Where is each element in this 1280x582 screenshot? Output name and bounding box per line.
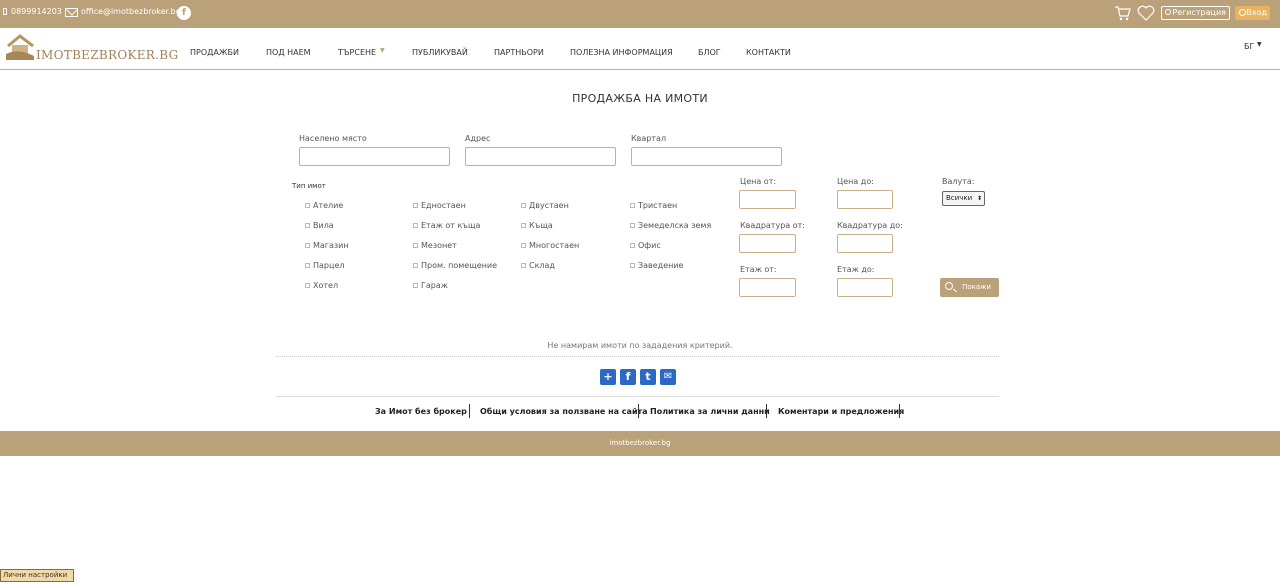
user-icon bbox=[1165, 9, 1171, 15]
divider bbox=[276, 396, 999, 397]
floor-to-label: Етаж до: bbox=[837, 265, 875, 274]
search-icon bbox=[945, 282, 953, 290]
footer-link-terms[interactable]: Общи условия за ползване на сайта bbox=[480, 407, 648, 416]
register-button[interactable]: Регистрация bbox=[1161, 6, 1230, 20]
nav-item-contacts[interactable]: КОНТАКТИ bbox=[746, 48, 791, 57]
floor-from-input[interactable] bbox=[739, 278, 796, 297]
empty-results-message: Не намирам имоти по зададения критерий. bbox=[547, 341, 733, 350]
floor-from-label: Етаж от: bbox=[740, 265, 777, 274]
logo-house-icon[interactable] bbox=[6, 34, 36, 60]
price-from-label: Цена от: bbox=[740, 177, 777, 186]
currency-value: Всички bbox=[946, 194, 973, 202]
phone-icon bbox=[3, 8, 7, 15]
property-type-label: Тип имот bbox=[292, 182, 326, 190]
heart-icon[interactable] bbox=[1137, 5, 1155, 21]
type-checkbox-farmland[interactable]: Земеделска земя bbox=[630, 221, 711, 230]
footer-link-feedback[interactable]: Коментари и предложения bbox=[778, 407, 904, 416]
type-checkbox-restaurant[interactable]: Заведение bbox=[630, 261, 683, 270]
type-checkbox-office[interactable]: Офис bbox=[630, 241, 661, 250]
language-selector[interactable]: БГ bbox=[1244, 42, 1254, 51]
type-checkbox-garage[interactable]: Гараж bbox=[413, 281, 448, 290]
footer-link-privacy[interactable]: Политика за лични данни bbox=[650, 407, 770, 416]
type-checkbox-house-floor[interactable]: Етаж от къща bbox=[413, 221, 480, 230]
district-label: Квартал bbox=[631, 134, 667, 143]
nav-item-useful-info[interactable]: ПОЛЕЗНА ИНФОРМАЦИЯ bbox=[570, 48, 673, 57]
logo-text[interactable]: IMOTBEZBROKER.BG bbox=[36, 48, 178, 62]
area-to-input[interactable] bbox=[837, 234, 893, 253]
nav-item-rent[interactable]: ПОД НАЕМ bbox=[266, 48, 311, 57]
currency-select[interactable]: Всички ⬍ bbox=[942, 191, 985, 206]
type-checkbox-one-room[interactable]: Едностаен bbox=[413, 201, 466, 210]
twitter-share-icon[interactable]: t bbox=[640, 369, 656, 385]
nav-item-partners[interactable]: ПАРТНЬОРИ bbox=[494, 48, 544, 57]
nav-item-sales[interactable]: ПРОДАЖБИ bbox=[190, 48, 239, 57]
type-checkbox-multi-room[interactable]: Многостаен bbox=[521, 241, 579, 250]
facebook-share-icon[interactable]: f bbox=[620, 369, 636, 385]
footer-site-name: imotbezbroker.bg bbox=[609, 439, 671, 447]
show-button[interactable]: Покажи bbox=[940, 278, 999, 297]
type-checkbox-hotel[interactable]: Хотел bbox=[305, 281, 338, 290]
type-checkbox-maisonette[interactable]: Мезонет bbox=[413, 241, 457, 250]
address-label: Адрес bbox=[465, 134, 491, 143]
nav-item-search[interactable]: ТЪРСЕНЕ bbox=[338, 48, 376, 57]
search-chevron-down-icon: ▼ bbox=[380, 47, 385, 54]
footer-separator bbox=[899, 404, 900, 418]
language-chevron-down-icon: ▼ bbox=[1257, 41, 1262, 48]
nav-item-blog[interactable]: БЛОГ bbox=[698, 48, 721, 57]
share-plus-icon[interactable]: + bbox=[600, 369, 616, 385]
address-input[interactable] bbox=[465, 147, 616, 166]
type-checkbox-villa[interactable]: Вила bbox=[305, 221, 334, 230]
currency-label: Валута: bbox=[942, 177, 975, 186]
location-label: Населено място bbox=[299, 134, 367, 143]
page-title: ПРОДАЖБА НА ИМОТИ bbox=[572, 92, 708, 105]
mail-icon bbox=[65, 8, 78, 17]
type-checkbox-three-room[interactable]: Тристаен bbox=[630, 201, 677, 210]
price-to-label: Цена до: bbox=[837, 177, 874, 186]
personal-settings-tab[interactable]: Лични настройки bbox=[0, 569, 74, 582]
footer-separator bbox=[638, 404, 639, 418]
login-button[interactable]: Вход bbox=[1235, 6, 1270, 20]
area-to-label: Квадратура до: bbox=[837, 221, 903, 230]
facebook-icon[interactable]: f bbox=[177, 6, 191, 20]
footer-separator bbox=[766, 404, 767, 418]
type-checkbox-two-room[interactable]: Двустаен bbox=[521, 201, 569, 210]
divider bbox=[276, 356, 999, 357]
select-arrows-icon: ⬍ bbox=[976, 195, 982, 202]
district-input[interactable] bbox=[631, 147, 782, 166]
login-label: Вход bbox=[1246, 8, 1267, 17]
price-to-input[interactable] bbox=[837, 190, 893, 209]
phone-number[interactable]: 0899914203 bbox=[11, 7, 62, 16]
show-button-label: Покажи bbox=[962, 283, 991, 291]
top-bar: 0899914203 office@imotbezbroker.bg f Рег… bbox=[0, 0, 1280, 28]
footer-bar: imotbezbroker.bg bbox=[0, 431, 1280, 456]
area-from-label: Квадратура от: bbox=[740, 221, 805, 230]
email-share-icon[interactable]: ✉ bbox=[660, 369, 676, 385]
register-label: Регистрация bbox=[1172, 8, 1226, 17]
footer-separator bbox=[469, 404, 470, 418]
cart-icon[interactable] bbox=[1114, 5, 1131, 21]
type-checkbox-warehouse[interactable]: Склад bbox=[521, 261, 555, 270]
type-checkbox-industrial[interactable]: Пром. помещение bbox=[413, 261, 497, 270]
location-input[interactable] bbox=[299, 147, 450, 166]
type-checkbox-atelier[interactable]: Ателие bbox=[305, 201, 343, 210]
type-checkbox-shop[interactable]: Магазин bbox=[305, 241, 349, 250]
price-from-input[interactable] bbox=[739, 190, 796, 209]
footer-link-about[interactable]: За Имот без брокер bbox=[375, 407, 467, 416]
email-link[interactable]: office@imotbezbroker.bg bbox=[81, 7, 181, 16]
floor-to-input[interactable] bbox=[837, 278, 893, 297]
power-icon bbox=[1239, 9, 1246, 16]
nav-item-publish[interactable]: ПУБЛИКУВАЙ bbox=[412, 48, 468, 57]
area-from-input[interactable] bbox=[739, 234, 796, 253]
type-checkbox-house[interactable]: Къща bbox=[521, 221, 553, 230]
type-checkbox-plot[interactable]: Парцел bbox=[305, 261, 344, 270]
